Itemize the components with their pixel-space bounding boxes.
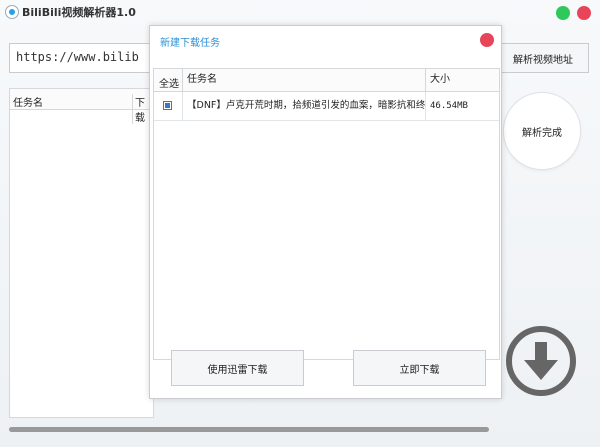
dialog-close-icon[interactable] <box>480 33 494 47</box>
size-column: 大小 <box>425 69 500 91</box>
close-icon[interactable] <box>577 6 591 20</box>
app-logo-icon <box>5 5 19 19</box>
app-window: BiliBili视频解析器1.0 https://www.bilib 解析视频地… <box>0 0 600 447</box>
dialog-title: 新建下载任务 <box>160 38 220 49</box>
status-done-label: 解析完成 <box>522 127 562 139</box>
row-checkbox[interactable] <box>163 101 172 110</box>
task-name-column: 任务名 <box>182 69 425 91</box>
url-input[interactable]: https://www.bilib <box>9 43 159 73</box>
status-done-circle: 解析完成 <box>503 92 581 170</box>
download-list-header: 全选 任务名 大小 <box>154 69 499 92</box>
thunder-download-button[interactable]: 使用迅雷下载 <box>171 350 304 386</box>
task-table-header: 任务名 下载 <box>10 89 153 124</box>
horizontal-scrollbar[interactable] <box>9 427 489 432</box>
download-now-button[interactable]: 立即下载 <box>353 350 486 386</box>
row-task-name: 【DNF】卢克开荒时期，拾频道引发的血案，暗影抗和终结 <box>182 92 425 120</box>
app-title: BiliBili视频解析器1.0 <box>22 6 136 19</box>
task-name-header: 任务名 <box>13 98 43 109</box>
select-all-toggle[interactable]: 全选 <box>159 75 179 90</box>
task-table: 任务名 下载 <box>9 88 154 418</box>
download-circle-icon[interactable] <box>505 325 577 397</box>
row-size: 46.54MB <box>425 92 500 120</box>
minimize-icon[interactable] <box>556 6 570 20</box>
parse-url-button[interactable]: 解析视频地址 <box>497 43 589 73</box>
new-download-dialog: 新建下载任务 全选 任务名 大小 【DNF】卢克开荒时期，拾频道引发的血案，暗影… <box>149 25 502 399</box>
table-row[interactable]: 【DNF】卢克开荒时期，拾频道引发的血案，暗影抗和终结 46.54MB <box>154 92 499 121</box>
download-list-table: 全选 任务名 大小 【DNF】卢克开荒时期，拾频道引发的血案，暗影抗和终结 46… <box>153 68 500 360</box>
title-bar: BiliBili视频解析器1.0 <box>0 0 600 28</box>
